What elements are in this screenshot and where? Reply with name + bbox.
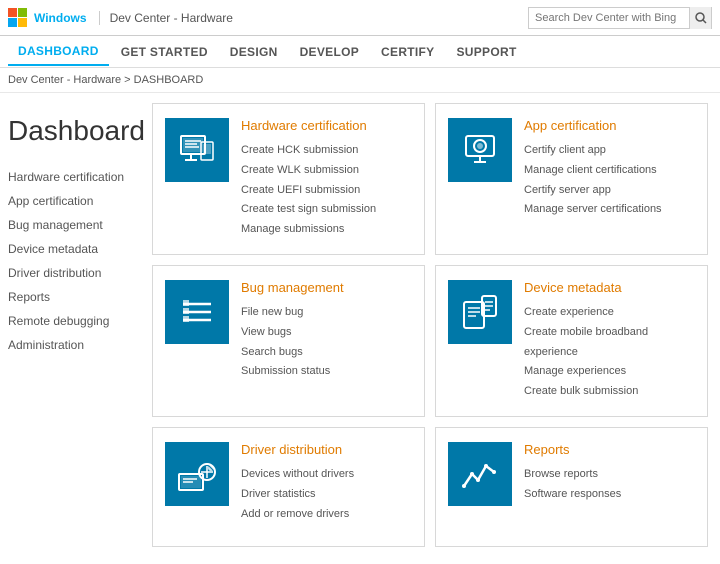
card-link-create-uefi-submission[interactable]: Create UEFI submission bbox=[241, 181, 412, 201]
dashboard-grid: Hardware certification Create HCK submiss… bbox=[140, 93, 720, 557]
card-body-reports: Reports Browse reportsSoftware responses bbox=[524, 442, 695, 532]
card-link-browse-reports[interactable]: Browse reports bbox=[524, 465, 695, 485]
search-box[interactable] bbox=[528, 7, 712, 29]
card-link-create-hck-submission[interactable]: Create HCK submission bbox=[241, 141, 412, 161]
sidebar-item-driver-distribution[interactable]: Driver distribution bbox=[8, 261, 132, 285]
sidebar-item-bug-management[interactable]: Bug management bbox=[8, 213, 132, 237]
card-link-devices-without-drivers[interactable]: Devices without drivers bbox=[241, 465, 412, 485]
reports-icon bbox=[448, 442, 512, 506]
card-driver-distribution: Driver distribution Devices without drive… bbox=[152, 427, 425, 547]
breadcrumb: Dev Center - Hardware > DASHBOARD bbox=[0, 68, 720, 93]
card-link-file-new-bug[interactable]: File new bug bbox=[241, 303, 412, 323]
search-icon bbox=[695, 12, 707, 24]
nav-item-certify[interactable]: CERTIFY bbox=[371, 39, 444, 65]
device-metadata-icon bbox=[448, 280, 512, 344]
card-link-certify-client-app[interactable]: Certify client app bbox=[524, 141, 695, 161]
card-app-certification: App certificationCertify client appManag… bbox=[435, 103, 708, 255]
nav-bar: DASHBOARDGET STARTEDDESIGNDEVELOPCERTIFY… bbox=[0, 36, 720, 68]
nav-item-dashboard[interactable]: DASHBOARD bbox=[8, 38, 109, 66]
nav-item-support[interactable]: SUPPORT bbox=[446, 39, 526, 65]
card-link-certify-server-app[interactable]: Certify server app bbox=[524, 181, 695, 201]
card-title-bug-management: Bug management bbox=[241, 280, 412, 295]
page-title: Dashboard bbox=[8, 103, 132, 147]
nav-item-develop[interactable]: DEVELOP bbox=[290, 39, 369, 65]
sidebar-item-administration[interactable]: Administration bbox=[8, 333, 132, 357]
card-title-device-metadata: Device metadata bbox=[524, 280, 695, 295]
card-title-app-certification: App certification bbox=[524, 118, 695, 133]
card-link-software-responses[interactable]: Software responses bbox=[524, 485, 695, 505]
card-link-search-bugs[interactable]: Search bugs bbox=[241, 343, 412, 363]
hardware-cert-icon bbox=[165, 118, 229, 182]
app-cert-icon bbox=[448, 118, 512, 182]
card-link-submission-status[interactable]: Submission status bbox=[241, 362, 412, 382]
card-link-create-mobile-broadband-experience[interactable]: Create mobile broadband experience bbox=[524, 323, 695, 363]
sidebar-item-app-certification[interactable]: App certification bbox=[8, 189, 132, 213]
site-title: Dev Center - Hardware bbox=[99, 11, 233, 25]
card-device-metadata: Device metadata Create experienceCreate m… bbox=[435, 265, 708, 417]
card-title-reports: Reports bbox=[524, 442, 695, 457]
card-title-driver-distribution: Driver distribution bbox=[241, 442, 412, 457]
windows-label: Windows bbox=[34, 11, 87, 25]
sidebar: Dashboard Hardware certificationApp cert… bbox=[0, 93, 140, 557]
card-body-hardware-certification: Hardware certification Create HCK submiss… bbox=[241, 118, 412, 240]
card-link-create-test-sign-submission[interactable]: Create test sign submission bbox=[241, 200, 412, 220]
bug-management-icon bbox=[165, 280, 229, 344]
main-content: Dashboard Hardware certificationApp cert… bbox=[0, 93, 720, 557]
card-body-bug-management: Bug management File new bugView bugsSearc… bbox=[241, 280, 412, 402]
card-link-add-or-remove-drivers[interactable]: Add or remove drivers bbox=[241, 505, 412, 525]
sidebar-item-device-metadata[interactable]: Device metadata bbox=[8, 237, 132, 261]
sidebar-item-hardware-certification[interactable]: Hardware certification bbox=[8, 165, 132, 189]
card-reports: Reports Browse reportsSoftware responses bbox=[435, 427, 708, 547]
card-link-create-wlk-submission[interactable]: Create WLK submission bbox=[241, 161, 412, 181]
nav-item-design[interactable]: DESIGN bbox=[220, 39, 288, 65]
card-link-create-bulk-submission[interactable]: Create bulk submission bbox=[524, 382, 695, 402]
search-button[interactable] bbox=[689, 7, 711, 29]
card-link-driver-statistics[interactable]: Driver statistics bbox=[241, 485, 412, 505]
card-link-manage-experiences[interactable]: Manage experiences bbox=[524, 362, 695, 382]
top-bar: Windows Dev Center - Hardware bbox=[0, 0, 720, 36]
windows-logo: Windows bbox=[8, 8, 87, 28]
card-link-manage-client-certifications[interactable]: Manage client certifications bbox=[524, 161, 695, 181]
card-body-app-certification: App certificationCertify client appManag… bbox=[524, 118, 695, 240]
card-bug-management: Bug management File new bugView bugsSearc… bbox=[152, 265, 425, 417]
card-link-manage-server-certifications[interactable]: Manage server certifications bbox=[524, 200, 695, 220]
windows-icon bbox=[8, 8, 28, 28]
driver-dist-icon bbox=[165, 442, 229, 506]
card-body-device-metadata: Device metadata Create experienceCreate m… bbox=[524, 280, 695, 402]
card-body-driver-distribution: Driver distribution Devices without drive… bbox=[241, 442, 412, 532]
card-link-manage-submissions[interactable]: Manage submissions bbox=[241, 220, 412, 240]
card-link-view-bugs[interactable]: View bugs bbox=[241, 323, 412, 343]
card-title-hardware-certification: Hardware certification bbox=[241, 118, 412, 133]
search-input[interactable] bbox=[529, 12, 689, 24]
nav-item-get-started[interactable]: GET STARTED bbox=[111, 39, 218, 65]
sidebar-item-remote-debugging[interactable]: Remote debugging bbox=[8, 309, 132, 333]
card-hardware-certification: Hardware certification Create HCK submiss… bbox=[152, 103, 425, 255]
card-link-create-experience[interactable]: Create experience bbox=[524, 303, 695, 323]
sidebar-item-reports[interactable]: Reports bbox=[8, 285, 132, 309]
